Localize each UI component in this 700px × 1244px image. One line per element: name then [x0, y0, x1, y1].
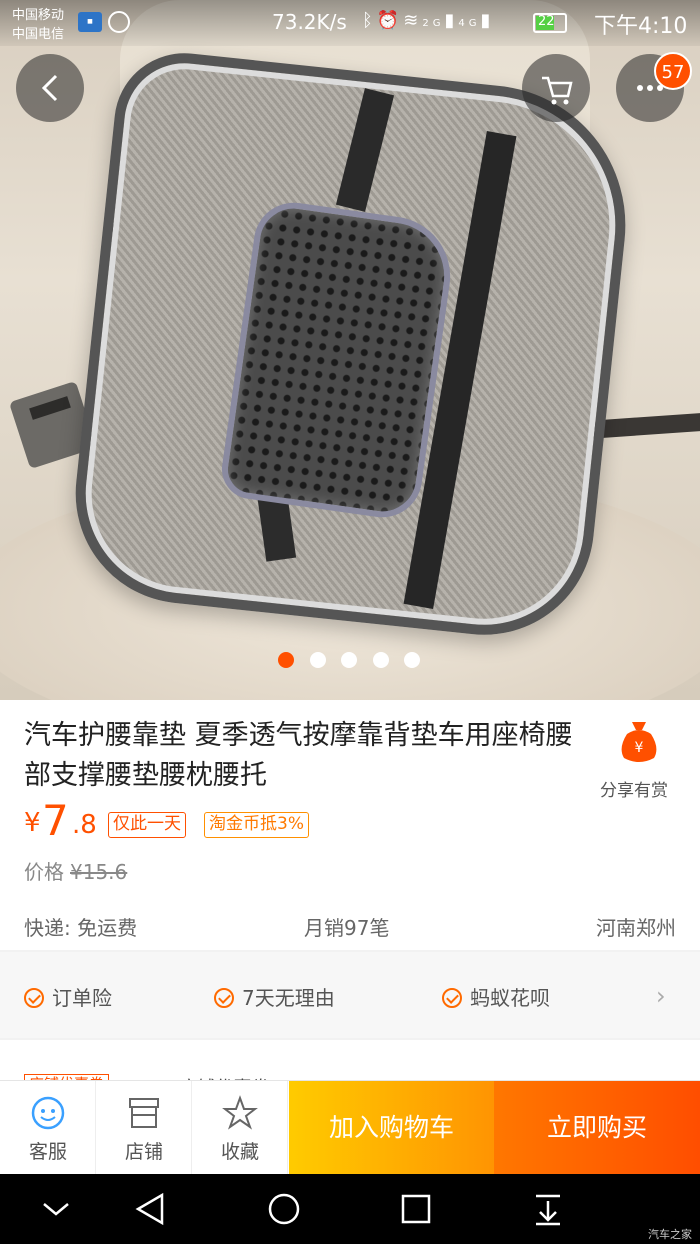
favorite-button[interactable]: 收藏 — [192, 1081, 288, 1175]
wifi-icon: ≋ — [403, 10, 423, 31]
svg-text:¥: ¥ — [635, 740, 644, 756]
original-price: 价格 ¥15.6 — [24, 856, 127, 885]
limited-time-tag: 仅此一天 — [108, 812, 186, 838]
battery-level: 22 — [538, 14, 555, 29]
pager-dot-active[interactable] — [278, 652, 294, 668]
shipping-fee: 快递: 免运费 — [24, 916, 138, 940]
check-circle-icon — [24, 988, 44, 1008]
check-circle-icon — [442, 988, 462, 1008]
nav-recents-icon[interactable] — [396, 1192, 436, 1226]
price-integer: 7 — [42, 796, 69, 845]
alarm-icon: ⏰ — [376, 10, 404, 31]
nav-home-icon[interactable] — [264, 1192, 304, 1226]
notification-app-icon: ■ — [78, 12, 102, 32]
signal-icon-2g: 2G — [422, 18, 445, 29]
ship-location: 河南郑州 — [596, 916, 676, 940]
chevron-left-icon — [41, 74, 58, 102]
add-to-cart-button[interactable]: 加入购物车 — [289, 1081, 494, 1175]
customer-service-label: 客服 — [28, 1141, 67, 1163]
shop-icon — [129, 1098, 159, 1128]
cart-icon — [542, 76, 573, 105]
pager-dot[interactable] — [310, 652, 326, 668]
carrier-1: 中国移动 — [12, 8, 65, 23]
status-bar: 中国移动 中国电信 ■ 73.2K/s ᛒ⏰≋2G▮4G▮ 22 下午4:10 — [0, 0, 700, 46]
monthly-sales: 月销97笔 — [304, 916, 390, 940]
shop-button[interactable]: 店铺 — [96, 1081, 192, 1175]
notification-badge: 57 — [654, 52, 692, 90]
favorite-label: 收藏 — [220, 1141, 259, 1163]
star-icon — [222, 1095, 258, 1130]
carrier-2: 中国电信 — [12, 27, 65, 42]
status-icons: ᛒ⏰≋2G▮4G▮ — [362, 10, 495, 31]
customer-service-button[interactable]: 客服 — [0, 1081, 96, 1175]
share-reward-button[interactable]: ¥ 分享有赏 — [594, 714, 684, 801]
notification-hand-icon — [108, 11, 130, 33]
chevron-right-icon: › — [656, 982, 666, 1010]
gallery-pager — [278, 652, 428, 670]
nav-back-icon[interactable] — [132, 1192, 172, 1226]
service-item: 蚂蚁花呗 — [442, 982, 550, 1011]
customer-service-icon — [31, 1096, 65, 1130]
signal-icon-4g: 4G — [458, 18, 481, 29]
net-speed: 73.2K/s — [272, 10, 347, 34]
cart-button[interactable] — [522, 54, 590, 122]
clock: 下午4:10 — [594, 14, 688, 39]
original-price-label: 价格 — [24, 860, 64, 884]
action-bar: 客服 店铺 收藏 加入购物车 立即购买 — [0, 1080, 700, 1175]
chevron-down-icon[interactable] — [36, 1192, 76, 1226]
service-item: 订单险 — [24, 982, 112, 1011]
product-title: 汽车护腰靠垫 夏季透气按摩靠背垫车用座椅腰部支撑腰垫腰枕腰托 — [24, 720, 573, 791]
coin-discount-tag: 淘金币抵3% — [204, 812, 309, 838]
check-circle-icon — [214, 988, 234, 1008]
share-label: 分享有赏 — [600, 781, 668, 801]
buy-now-button[interactable]: 立即购买 — [494, 1081, 700, 1175]
shop-label: 店铺 — [124, 1141, 163, 1163]
bluetooth-icon: ᛒ — [362, 10, 377, 31]
product-image[interactable] — [0, 0, 700, 700]
service-item: 7天无理由 — [214, 982, 335, 1011]
money-bag-icon: ¥ — [621, 722, 657, 762]
service-guarantees[interactable]: 订单险 7天无理由 蚂蚁花呗 › — [0, 952, 700, 1038]
price-symbol: ¥ — [24, 808, 41, 838]
watermark: 汽车之家 — [648, 1228, 692, 1241]
price-decimal: .8 — [72, 810, 97, 840]
pager-dot[interactable] — [404, 652, 420, 668]
original-price-value: ¥15.6 — [70, 860, 128, 884]
notification-pull-icon[interactable] — [528, 1192, 568, 1226]
back-button[interactable] — [16, 54, 84, 122]
pager-dot[interactable] — [373, 652, 389, 668]
product-info: 汽车护腰靠垫 夏季透气按摩靠背垫车用座椅腰部支撑腰垫腰枕腰托 ¥ 分享有赏 ¥ … — [0, 700, 700, 950]
battery-icon: 22 — [533, 13, 567, 33]
system-nav-bar: 汽车之家 — [0, 1174, 700, 1244]
pager-dot[interactable] — [341, 652, 357, 668]
massage-bead-panel — [218, 197, 458, 523]
